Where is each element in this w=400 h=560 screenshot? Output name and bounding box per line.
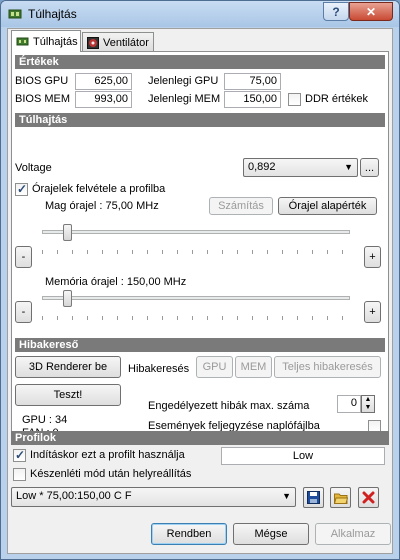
save-clocks-checkbox[interactable] <box>15 182 28 196</box>
current-gpu-label: Jelenlegi GPU <box>148 75 219 87</box>
dialog-window: Túlhajtás ? ✕ Túlhajtás Ventilátor Érték… <box>0 0 400 560</box>
memory-plus-button[interactable]: + <box>364 301 381 323</box>
default-clock-button[interactable]: Órajel alapérték <box>278 197 377 215</box>
memory-clock-label: Memória órajel : 150,00 MHz <box>45 276 187 288</box>
tab-fan[interactable]: Ventilátor <box>82 32 154 52</box>
current-mem-label: Jelenlegi MEM <box>148 93 221 105</box>
cancel-button[interactable]: Mégse <box>233 523 309 545</box>
calculate-button[interactable]: Számítás <box>209 197 273 215</box>
max-errors-spinner[interactable]: ▲ ▼ <box>361 395 375 413</box>
memory-slider-thumb[interactable] <box>63 290 72 307</box>
voltage-select[interactable]: 0,892 ▼ <box>243 158 358 177</box>
current-gpu-field[interactable]: 75,00 <box>224 73 281 90</box>
spin-up-icon[interactable]: ▲ <box>362 396 374 404</box>
ok-button[interactable]: Rendben <box>151 523 227 545</box>
startup-profile-field[interactable]: Low <box>221 447 385 465</box>
window-title: Túlhajtás <box>28 7 77 21</box>
bios-mem-label: BIOS MEM <box>15 93 71 105</box>
bios-mem-field[interactable]: 993,00 <box>75 91 132 108</box>
gpu-readout: GPU : 34 <box>22 414 68 426</box>
voltage-value: 0,892 <box>248 161 276 173</box>
memory-minus-button[interactable]: - <box>15 301 32 323</box>
core-minus-button[interactable]: - <box>15 246 32 268</box>
debug-label: Hibakeresés <box>128 363 190 375</box>
overclock-icon <box>16 37 29 46</box>
debug-section-header: Hibakereső <box>15 338 385 352</box>
close-icon: ✕ <box>365 4 377 19</box>
ddr-checkbox[interactable] <box>288 93 301 106</box>
tab-overclock-label: Túlhajtás <box>33 35 78 48</box>
app-icon <box>8 9 22 19</box>
save-clocks-label: Órajelek felvétele a profilba <box>32 183 166 195</box>
test-button[interactable]: Teszt! <box>15 384 121 406</box>
profile-select-value: Low * 75,00:150,00 C F <box>16 490 132 502</box>
apply-button[interactable]: Alkalmaz <box>315 523 391 545</box>
memory-clock-slider[interactable] <box>42 288 350 326</box>
spin-down-icon[interactable]: ▼ <box>362 404 374 412</box>
core-slider-track <box>42 230 350 234</box>
overclock-panel: Értékek BIOS GPU 625,00 BIOS MEM 993,00 … <box>11 51 389 441</box>
full-debug-button[interactable]: Teljes hibakeresés <box>274 356 381 378</box>
ddr-label: DDR értékek <box>305 93 368 105</box>
open-folder-icon <box>333 493 348 504</box>
max-errors-field[interactable]: 0 <box>337 395 361 413</box>
chevron-down-icon: ▼ <box>344 162 353 172</box>
use-on-start-checkbox[interactable] <box>13 448 26 462</box>
memory-slider-track <box>42 296 350 300</box>
bios-gpu-field[interactable]: 625,00 <box>75 73 132 90</box>
core-clock-label: Mag órajel : 75,00 MHz <box>45 200 159 212</box>
current-mem-field[interactable]: 150,00 <box>224 91 281 108</box>
memory-slider-ticks <box>42 316 350 320</box>
core-slider-ticks <box>42 250 350 254</box>
core-slider-thumb[interactable] <box>63 224 72 241</box>
voltage-label: Voltage <box>15 162 52 174</box>
fan-icon <box>87 36 99 49</box>
bios-gpu-label: BIOS GPU <box>15 75 69 87</box>
gpu-debug-button[interactable]: GPU <box>196 356 233 378</box>
tab-overclock[interactable]: Túlhajtás <box>11 30 81 52</box>
save-icon <box>307 491 320 504</box>
voltage-more-button[interactable]: ... <box>360 158 379 177</box>
save-profile-button[interactable] <box>303 487 324 508</box>
client-area: Túlhajtás Ventilátor Értékek BIOS GPU 62… <box>7 28 393 554</box>
profiles-section-header: Profilok <box>11 431 389 445</box>
renderer-button[interactable]: 3D Renderer be <box>15 356 121 378</box>
chevron-down-icon: ▼ <box>282 491 291 501</box>
mem-debug-button[interactable]: MEM <box>235 356 272 378</box>
restore-label: Készenléti mód után helyreállítás <box>30 468 192 480</box>
delete-icon <box>362 491 375 504</box>
profile-select[interactable]: Low * 75,00:150,00 C F ▼ <box>11 487 296 507</box>
delete-profile-button[interactable] <box>358 487 379 508</box>
help-button[interactable]: ? <box>323 2 349 21</box>
overclock-section-header: Túlhajtás <box>15 113 385 127</box>
open-profile-button[interactable] <box>330 487 351 508</box>
values-section-header: Értékek <box>15 55 385 69</box>
title-bar[interactable]: Túlhajtás ? ✕ <box>1 1 399 27</box>
max-errors-label: Engedélyezett hibák max. száma <box>148 400 310 412</box>
use-on-start-label: Indításkor ezt a profilt használja <box>30 449 185 461</box>
core-clock-slider[interactable] <box>42 222 350 260</box>
close-button[interactable]: ✕ <box>349 2 393 21</box>
core-plus-button[interactable]: + <box>364 246 381 268</box>
tab-fan-label: Ventilátor <box>103 36 149 49</box>
restore-checkbox[interactable] <box>13 468 26 481</box>
